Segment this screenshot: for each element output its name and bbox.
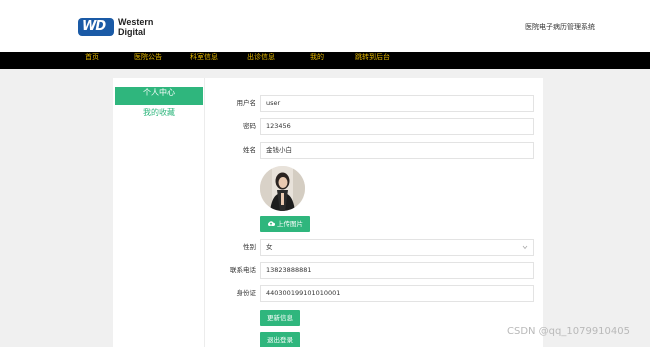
gender-label: 性别 [243,243,256,251]
upload-image-button[interactable]: 上传图片 [260,216,310,232]
logout-button[interactable]: 退出登录 [260,332,300,347]
watermark: CSDN @qq_1079910405 [506,326,630,337]
username-label: 用户名 [236,99,257,107]
nav-announcements[interactable]: 医院公告 [134,52,162,69]
avatar [260,166,305,211]
sidebar-item-favorites[interactable]: 我的收藏 [115,107,203,125]
logo-line1: Western [118,17,154,27]
nav-admin[interactable]: 跳转到后台 [355,52,390,69]
profile-panel: 个人中心 我的收藏 用户名 user 密码 123456 姓名 金钱小白 性别 … [113,78,543,347]
main-nav: 首页 医院公告 科室信息 出诊信息 我的 跳转到后台 [0,52,650,69]
nav-schedule[interactable]: 出诊信息 [247,52,275,69]
logo-badge: WD [78,18,114,36]
id-card-label: 身份证 [236,289,257,297]
phone-label: 联系电话 [230,266,256,274]
name-label: 姓名 [243,146,256,154]
name-field[interactable]: 金钱小白 [260,142,534,159]
password-label: 密码 [243,122,256,130]
site-header: WD Western Digital 医院电子病历管理系统 [0,0,650,52]
id-card-field[interactable]: 440300199101010001 [260,285,534,302]
gender-select[interactable]: 女 [260,239,534,256]
system-name: 医院电子病历管理系统 [525,23,595,31]
nav-home[interactable]: 首页 [85,52,99,69]
upload-image-label: 上传图片 [277,220,304,228]
sidebar-item-profile[interactable]: 个人中心 [115,87,203,105]
logo-wordmark: Western Digital [118,17,153,37]
username-field[interactable]: user [260,95,534,112]
sidebar: 个人中心 我的收藏 [113,78,205,347]
chevron-down-icon [522,240,528,261]
nav-departments[interactable]: 科室信息 [190,52,218,69]
password-field[interactable]: 123456 [260,118,534,135]
phone-field[interactable]: 13823888881 [260,262,534,279]
gender-value: 女 [266,243,273,251]
logo-badge-text: WD [82,19,106,34]
logo-line2: Digital [118,27,146,37]
cloud-upload-icon [267,220,277,228]
logo[interactable]: WD Western Digital [78,17,162,37]
update-info-button[interactable]: 更新信息 [260,310,300,326]
nav-mine[interactable]: 我的 [310,52,324,69]
